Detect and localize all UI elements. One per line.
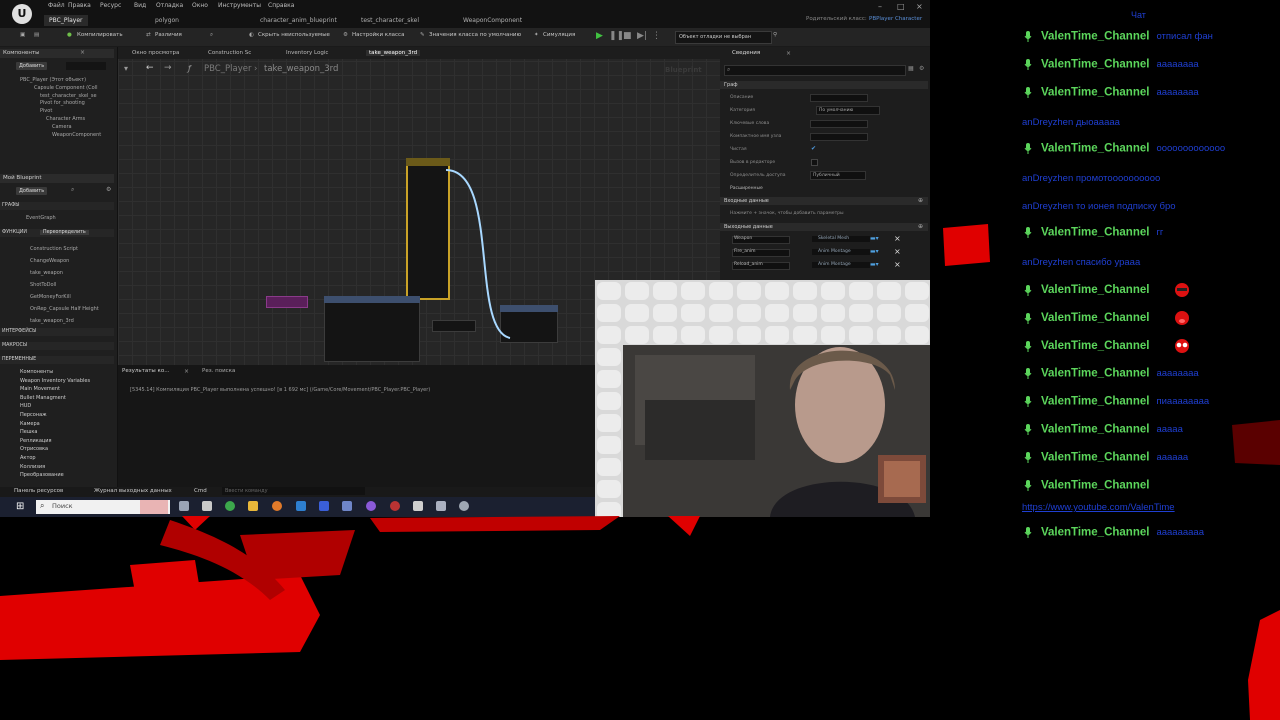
chat-message: ValenTime_Channel <box>1024 310 1192 325</box>
chat-message-text: anDreyzhen дыоааааа <box>1022 117 1120 128</box>
chat-message: https://www.youtube.com/ValenTime <box>1022 498 1175 513</box>
chat-username[interactable]: ValenTime_Channel <box>1041 480 1149 492</box>
microphone-icon <box>1024 480 1032 491</box>
chat-message-text: аааааааа <box>1156 367 1199 379</box>
emote-red-face-icon <box>1174 283 1189 297</box>
chat-message: ValenTime_Channel пиаааааааа <box>1024 394 1209 408</box>
microphone-icon <box>1024 143 1032 154</box>
microphone-icon <box>1024 87 1032 98</box>
chat-message-text: аааааа <box>1156 451 1189 463</box>
chat-username[interactable]: ValenTime_Channel <box>1041 527 1149 539</box>
chat-username[interactable]: ValenTime_Channel <box>1041 143 1149 155</box>
chat-message: anDreyzhen промотоооооооооо <box>1022 169 1161 184</box>
chat-username[interactable]: ValenTime_Channel <box>1041 87 1149 99</box>
chat-message-text: ааааааааа <box>1156 526 1205 538</box>
chat-message: anDreyzhen то ионея подписку бро <box>1022 197 1176 212</box>
chat-message-text: пиаааааааа <box>1156 395 1210 407</box>
chat-message-text: ооооооооооооо <box>1156 142 1226 154</box>
microphone-icon <box>1024 31 1032 42</box>
chat-message: ValenTime_Channel <box>1024 338 1192 353</box>
chat-username[interactable]: ValenTime_Channel <box>1041 340 1149 352</box>
chat-message: ValenTime_Channel ооооооооооооо <box>1024 141 1225 155</box>
chat-message-text: аааааааа <box>1156 86 1199 98</box>
microphone-icon <box>1024 59 1032 70</box>
chat-message: ValenTime_Channel аааааааа <box>1024 85 1199 99</box>
chat-message: ValenTime_Channel <box>1024 282 1192 297</box>
chat-username[interactable]: ValenTime_Channel <box>1041 31 1149 43</box>
microphone-icon <box>1024 452 1032 463</box>
chat-message-text: ааааа <box>1156 423 1183 435</box>
chat-message: ValenTime_Channel аааааа <box>1024 450 1188 464</box>
chat-message: ValenTime_Channel ааааа <box>1024 422 1183 436</box>
chat-message: anDreyzhen дыоааааа <box>1022 113 1120 128</box>
chat-message-text: аааааааа <box>1156 58 1199 70</box>
microphone-icon <box>1024 312 1032 324</box>
chat-message: ValenTime_Channel <box>1024 478 1156 492</box>
chat-username[interactable]: ValenTime_Channel <box>1041 227 1149 239</box>
chat-header: Чат <box>1131 10 1146 20</box>
chat-message: ValenTime_Channel аааааааа <box>1024 366 1199 380</box>
chat-link[interactable]: https://www.youtube.com/ValenTime <box>1022 502 1175 513</box>
chat-message-text: anDreyzhen спасибо урааа <box>1022 257 1141 268</box>
chat-message: ValenTime_Channel ааааааааа <box>1024 525 1204 539</box>
emote-red-glasses-icon <box>1174 339 1189 353</box>
chat-message: anDreyzhen спасибо урааа <box>1022 253 1141 268</box>
chat-message-text: отписал фан <box>1156 30 1213 42</box>
chat-username[interactable]: ValenTime_Channel <box>1041 452 1149 464</box>
chat-username[interactable]: ValenTime_Channel <box>1041 424 1149 436</box>
chat-username[interactable]: ValenTime_Channel <box>1041 59 1149 71</box>
microphone-icon <box>1024 368 1032 379</box>
chat-message: ValenTime_Channel аааааааа <box>1024 57 1199 71</box>
microphone-icon <box>1024 396 1032 407</box>
microphone-icon <box>1024 340 1032 352</box>
chat-username[interactable]: ValenTime_Channel <box>1041 368 1149 380</box>
chat-username[interactable]: ValenTime_Channel <box>1041 312 1149 324</box>
chat-message: ValenTime_Channel гг <box>1024 225 1163 239</box>
chat-message-text: anDreyzhen промотоооооооооо <box>1022 173 1161 184</box>
stream-chat: Чат <box>1000 0 1280 560</box>
microphone-icon <box>1024 284 1032 296</box>
microphone-icon <box>1024 227 1032 238</box>
chat-username[interactable]: ValenTime_Channel <box>1041 284 1149 296</box>
chat-message: ValenTime_Channel отписал фан <box>1024 29 1213 43</box>
chat-username[interactable]: ValenTime_Channel <box>1041 396 1149 408</box>
microphone-icon <box>1024 527 1032 538</box>
chat-message-text: anDreyzhen то ионея подписку бро <box>1022 201 1176 212</box>
microphone-icon <box>1024 424 1032 435</box>
emote-red-tongue-icon <box>1174 311 1189 325</box>
chat-message-text: гг <box>1156 226 1164 238</box>
